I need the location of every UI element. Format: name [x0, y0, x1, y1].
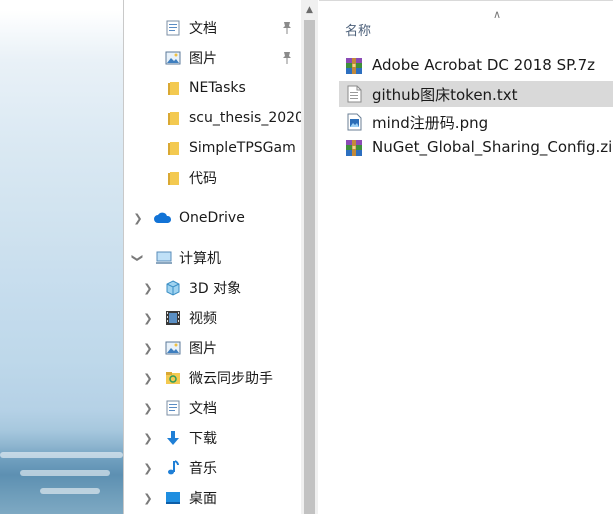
column-header-name[interactable]: 名称 — [345, 20, 371, 39]
pin-icon — [283, 22, 291, 34]
nav-item-code[interactable]: 代码 — [124, 165, 301, 191]
file-list-pane: ∧ 名称 Adobe Acrobat DC 2018 SP.7z github图… — [319, 0, 613, 514]
nav-item-label: 3D 对象 — [189, 281, 242, 297]
nav-item-pictures[interactable]: 图片 — [124, 45, 301, 71]
folder-icon — [168, 142, 179, 155]
chevron-right-icon[interactable]: ❯ — [142, 275, 154, 301]
nav-item-label: 图片 — [189, 51, 217, 67]
nav-item-music[interactable]: ❯ 音乐 — [124, 455, 301, 481]
chevron-right-icon[interactable]: ❯ — [142, 335, 154, 361]
nav-item-label: 代码 — [189, 171, 217, 187]
picture-icon — [165, 51, 181, 65]
scrollbar-thumb[interactable] — [304, 20, 315, 514]
chevron-right-icon[interactable]: ❯ — [142, 395, 154, 421]
nav-item-desktop[interactable]: ❯ 桌面 — [124, 485, 301, 511]
file-row[interactable]: mind注册码.png — [339, 109, 613, 135]
nav-item-documents[interactable]: 文档 — [124, 15, 301, 41]
chevron-right-icon[interactable]: ❯ — [142, 485, 154, 511]
image-file-icon — [347, 113, 362, 131]
nav-item-downloads[interactable]: ❯ 下载 — [124, 425, 301, 451]
chevron-right-icon[interactable]: ❯ — [142, 425, 154, 451]
chevron-right-icon[interactable]: ❯ — [142, 455, 154, 481]
folder-icon — [168, 172, 179, 185]
pin-icon — [283, 52, 291, 64]
nav-item-label: OneDrive — [179, 210, 245, 226]
nav-item-label: 微云同步助手 — [189, 371, 273, 387]
file-name: github图床token.txt — [372, 86, 518, 104]
document-icon — [166, 20, 180, 36]
sort-ascending-icon: ∧ — [493, 8, 502, 21]
music-icon — [168, 460, 179, 475]
picture-icon — [165, 341, 181, 355]
nav-item-label: NETasks — [189, 80, 246, 96]
wallpaper-wave — [20, 470, 110, 476]
nav-item-label: 桌面 — [189, 491, 217, 507]
nav-item-label: 音乐 — [189, 461, 217, 477]
file-explorer-window: 文档 图片 NETasks scu_thesis_2020 SimpleTPSG… — [123, 0, 613, 514]
nav-item-label: 下载 — [189, 431, 217, 447]
weiyun-icon — [166, 372, 180, 384]
navigation-pane: 文档 图片 NETasks scu_thesis_2020 SimpleTPSG… — [124, 0, 301, 514]
cube-icon — [166, 280, 180, 296]
chevron-down-icon[interactable]: ❯ — [125, 252, 151, 264]
cloud-icon — [154, 212, 172, 223]
nav-pane-scrollbar[interactable]: ▲ — [301, 0, 318, 514]
nav-item-weiyun[interactable]: ❯ 微云同步助手 — [124, 365, 301, 391]
nav-item-scu-thesis[interactable]: scu_thesis_2020 — [124, 105, 301, 131]
desktop-icon — [166, 492, 180, 504]
chevron-right-icon[interactable]: ❯ — [132, 205, 144, 231]
chevron-right-icon[interactable]: ❯ — [142, 305, 154, 331]
wallpaper-wave — [40, 488, 100, 494]
desktop-wallpaper — [0, 0, 123, 514]
download-icon — [167, 431, 179, 445]
nav-item-simpletpsgame[interactable]: SimpleTPSGam — [124, 135, 301, 161]
nav-item-netasks[interactable]: NETasks — [124, 75, 301, 101]
text-file-icon — [347, 85, 362, 103]
nav-item-label: 视频 — [189, 311, 217, 327]
nav-item-pictures-pc[interactable]: ❯ 图片 — [124, 335, 301, 361]
chevron-right-icon[interactable]: ❯ — [142, 365, 154, 391]
document-icon — [166, 400, 180, 416]
file-name: Adobe Acrobat DC 2018 SP.7z — [372, 56, 595, 74]
nav-item-this-pc[interactable]: ❯ 计算机 — [124, 245, 301, 271]
wallpaper-wave — [0, 452, 123, 458]
nav-item-documents-pc[interactable]: ❯ 文档 — [124, 395, 301, 421]
folder-icon — [168, 82, 179, 95]
folder-icon — [168, 112, 179, 125]
nav-item-label: scu_thesis_2020 — [189, 110, 301, 126]
nav-item-label: 文档 — [189, 21, 217, 37]
nav-item-label: 计算机 — [179, 251, 221, 267]
archive-icon — [346, 140, 362, 156]
nav-item-onedrive[interactable]: ❯ OneDrive — [124, 205, 301, 231]
nav-item-videos[interactable]: ❯ 视频 — [124, 305, 301, 331]
video-icon — [166, 311, 180, 325]
nav-item-label: SimpleTPSGam — [189, 140, 296, 156]
archive-icon — [346, 58, 362, 74]
file-name: NuGet_Global_Sharing_Config.zip — [372, 138, 613, 156]
nav-item-label: 图片 — [189, 341, 217, 357]
nav-item-label: 文档 — [189, 401, 217, 417]
file-row-selected[interactable]: github图床token.txt — [339, 81, 613, 107]
file-row[interactable]: Adobe Acrobat DC 2018 SP.7z — [339, 53, 613, 79]
file-name: mind注册码.png — [372, 114, 489, 132]
computer-icon — [156, 251, 172, 264]
nav-item-3d-objects[interactable]: ❯ 3D 对象 — [124, 275, 301, 301]
header-divider — [319, 0, 613, 5]
scroll-up-arrow-icon[interactable]: ▲ — [301, 3, 318, 17]
file-row[interactable]: NuGet_Global_Sharing_Config.zip — [339, 135, 613, 161]
